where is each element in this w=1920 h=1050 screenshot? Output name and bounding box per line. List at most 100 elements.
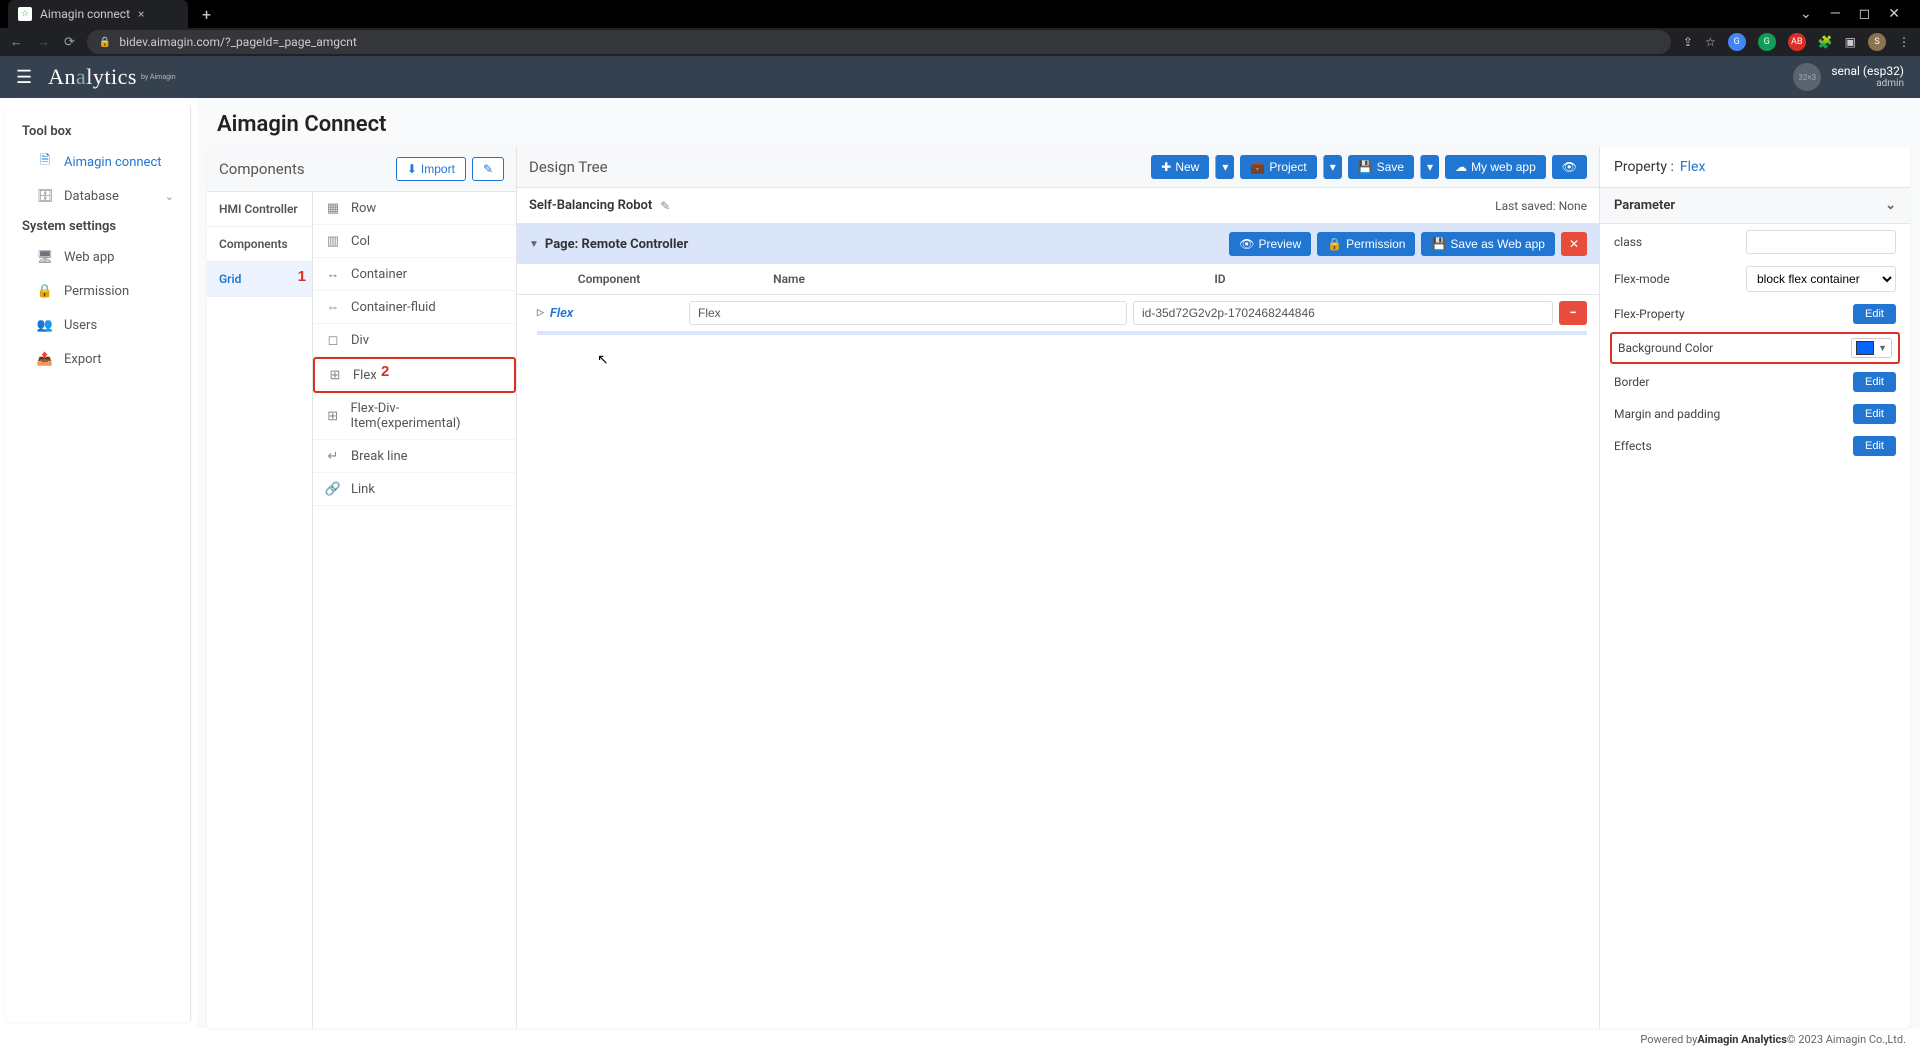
break-line-icon: ↵	[325, 448, 341, 464]
sidebar-item-export[interactable]: 📤 Export	[6, 342, 190, 376]
ext-translate-icon[interactable]: G	[1728, 33, 1746, 51]
preview-button[interactable]: 👁Preview	[1229, 232, 1311, 256]
logo-sub: by Aimagin	[141, 73, 176, 81]
comp-item-col[interactable]: ▥Col	[313, 225, 516, 258]
comp-item-break-line[interactable]: ↵Break line	[313, 440, 516, 473]
my-web-app-button[interactable]: ☁My web app	[1445, 155, 1546, 179]
import-button[interactable]: ⬇Import	[396, 157, 466, 181]
permission-button[interactable]: 🔒Permission	[1317, 232, 1415, 256]
share-icon[interactable]: ⇪	[1683, 35, 1693, 49]
sidebar-item-permission[interactable]: 🔒 Permission	[6, 274, 190, 308]
tree-row-name-input[interactable]	[689, 301, 1127, 325]
minimize-icon[interactable]: —	[1830, 6, 1841, 22]
sidebar-item-users[interactable]: 👥 Users	[6, 308, 190, 342]
comp-item-link[interactable]: 🔗Link	[313, 473, 516, 506]
bg-color-picker[interactable]: ▼	[1851, 338, 1892, 358]
sidebar-label: Permission	[64, 284, 129, 299]
extensions-icon[interactable]: 🧩	[1818, 35, 1833, 49]
user-area[interactable]: 32×3 senal (esp32) admin	[1793, 63, 1904, 91]
ext-abp-icon[interactable]: AB	[1788, 33, 1806, 51]
project-dropdown[interactable]: ▾	[1323, 155, 1342, 179]
database-icon: 🗄	[36, 187, 54, 205]
sidebar-item-database[interactable]: 🗄 Database ⌄	[6, 179, 190, 213]
sidepanel-icon[interactable]: ▣	[1845, 35, 1856, 49]
cat-components[interactable]: Components	[207, 227, 312, 262]
class-input[interactable]	[1746, 230, 1896, 254]
new-tab-button[interactable]: +	[202, 5, 211, 24]
flex-mode-select[interactable]: block flex container	[1746, 266, 1896, 292]
comp-item-row[interactable]: ▦Row	[313, 192, 516, 225]
property-head: Property : Flex	[1600, 147, 1910, 188]
user-role: admin	[1876, 78, 1904, 89]
new-dropdown[interactable]: ▾	[1215, 155, 1234, 179]
close-window-icon[interactable]: ✕	[1888, 6, 1900, 22]
comp-item-div[interactable]: ◻Div	[313, 324, 516, 357]
star-icon[interactable]: ☆	[1705, 35, 1716, 49]
window-controls: ⌄ — ◻ ✕	[1800, 6, 1912, 22]
prop-row-margin-padding: Margin and padding Edit	[1600, 398, 1910, 430]
design-tree-panel: Design Tree ✚New ▾ 💼Project ▾ 💾Save ▾ ☁M…	[517, 147, 1600, 1028]
app-body: Tool box 🗎 Aimagin connect 🗄 Database ⌄ …	[0, 98, 1920, 1028]
cat-hmi[interactable]: HMI Controller	[207, 192, 312, 227]
comp-item-flex[interactable]: ⊞Flex	[313, 357, 516, 393]
address-bar: ← → ⟳ 🔒 bidev.aimagin.com/?_pageId=_page…	[0, 28, 1920, 56]
tree-row-delete-button[interactable]: −	[1559, 301, 1587, 325]
save-button[interactable]: 💾Save	[1348, 155, 1414, 179]
pencil-icon[interactable]: ✎	[660, 199, 670, 213]
tab-title: Aimagin connect	[40, 7, 130, 21]
view-button[interactable]: 👁	[1552, 155, 1587, 179]
reload-icon[interactable]: ⟳	[64, 35, 75, 50]
color-swatch-icon	[1856, 341, 1874, 355]
comp-item-container[interactable]: ↔Container	[313, 258, 516, 291]
caret-down-icon[interactable]: ▼	[529, 239, 539, 250]
forward-icon[interactable]: →	[37, 34, 50, 50]
row-icon: ▦	[325, 200, 341, 216]
tab-close-icon[interactable]: ×	[138, 7, 144, 21]
browser-tab[interactable]: ☆ Aimagin connect ×	[8, 0, 188, 28]
page-title: Aimagin Connect	[197, 98, 1920, 147]
ext-grammarly-icon[interactable]: G	[1758, 33, 1776, 51]
back-icon[interactable]: ←	[10, 34, 23, 50]
save-as-web-button[interactable]: 💾Save as Web app	[1421, 232, 1554, 256]
footer-brand: Aimagin Analytics	[1697, 1033, 1787, 1046]
lock-icon: 🔒	[36, 282, 54, 300]
chevron-down-icon: ⌄	[165, 190, 174, 203]
new-button[interactable]: ✚New	[1151, 155, 1209, 179]
sidebar-label: Database	[64, 189, 119, 204]
users-icon: 👥	[36, 316, 54, 334]
sidebar-item-aimagin-connect[interactable]: 🗎 Aimagin connect	[6, 145, 190, 179]
tree-row[interactable]: ▷ Flex −	[517, 295, 1599, 331]
caret-right-icon[interactable]: ▷	[537, 308, 544, 318]
prop-row-bg-color: Background Color ▼	[1610, 332, 1900, 364]
maximize-icon[interactable]: ◻	[1859, 6, 1871, 22]
project-button[interactable]: 💼Project	[1240, 155, 1316, 179]
comp-item-container-fluid[interactable]: ⇔Container-fluid	[313, 291, 516, 324]
edit-flex-property-button[interactable]: Edit	[1853, 304, 1896, 324]
container-icon: ↔	[325, 266, 341, 282]
tree-row-id-input[interactable]	[1133, 301, 1553, 325]
cat-grid[interactable]: Grid 1	[207, 262, 312, 297]
edit-components-button[interactable]: ✎	[472, 157, 504, 181]
prop-row-border: Border Edit	[1600, 366, 1910, 398]
menu-dots-icon[interactable]: ⋮	[1898, 35, 1910, 49]
tree-table-head: Component Name ID	[517, 264, 1599, 295]
chevron-down-icon[interactable]: ⌄	[1800, 6, 1812, 22]
save-dropdown[interactable]: ▾	[1420, 155, 1439, 179]
edit-border-button[interactable]: Edit	[1853, 372, 1896, 392]
delete-page-button[interactable]: ✕	[1561, 232, 1587, 256]
edit-margin-padding-button[interactable]: Edit	[1853, 404, 1896, 424]
parameter-section[interactable]: Parameter ⌄	[1600, 188, 1910, 224]
prop-row-flex-mode: Flex-mode block flex container	[1600, 260, 1910, 298]
div-icon: ◻	[325, 332, 341, 348]
eye-icon: 👁	[1562, 160, 1577, 174]
url-input[interactable]: 🔒 bidev.aimagin.com/?_pageId=_page_amgcn…	[87, 30, 1671, 54]
sidebar-item-webapp[interactable]: 🖥 Web app	[6, 240, 190, 274]
edit-effects-button[interactable]: Edit	[1853, 436, 1896, 456]
comp-item-flex-div[interactable]: ⊞Flex-Div-Item(experimental)	[313, 393, 516, 440]
avatar-icon: 32×3	[1793, 63, 1821, 91]
lock-icon: 🔒	[1327, 237, 1342, 251]
profile-avatar-icon[interactable]: S	[1868, 33, 1886, 51]
hamburger-icon[interactable]: ☰	[16, 67, 32, 88]
chevron-down-icon[interactable]: ⌄	[1885, 198, 1896, 213]
drop-highlight	[537, 331, 1587, 335]
